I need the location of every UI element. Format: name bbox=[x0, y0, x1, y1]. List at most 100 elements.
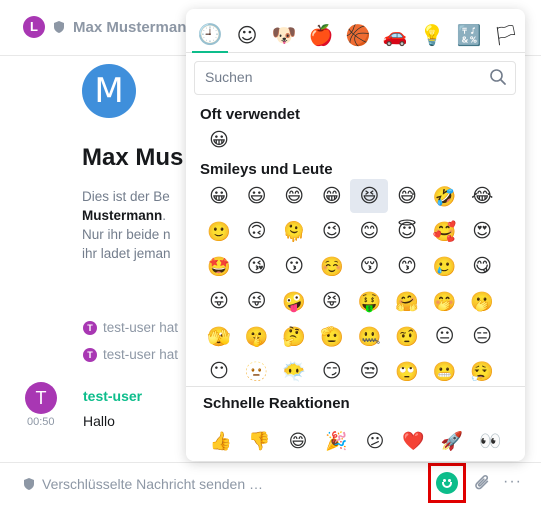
emoji-cell[interactable]: 🤭 bbox=[426, 284, 464, 318]
emoji-cell[interactable]: 😮‍💨 bbox=[463, 354, 501, 388]
quick-reaction-button[interactable]: 🚀 bbox=[434, 427, 470, 455]
emoji-cell[interactable]: 🤫 bbox=[238, 319, 276, 353]
emoji-cell[interactable]: 😚 bbox=[350, 249, 388, 283]
emoji-cell[interactable]: 🤗 bbox=[388, 284, 426, 318]
clock-icon[interactable]: 🕘 bbox=[192, 17, 228, 53]
room-avatar[interactable]: L bbox=[23, 16, 45, 38]
quick-reaction-button[interactable]: 🎉 bbox=[319, 427, 355, 455]
emoji-cell[interactable]: 🤣 bbox=[426, 179, 464, 213]
emoji-cell[interactable]: 🤐 bbox=[350, 319, 388, 353]
emoji-cell[interactable]: 😑 bbox=[463, 319, 501, 353]
emoji-cell[interactable]: 🫢 bbox=[463, 284, 501, 318]
emoji-cell[interactable]: 😝 bbox=[313, 284, 351, 318]
emoji-cell[interactable]: 😀 bbox=[200, 123, 238, 157]
desc-line: Nur ihr beide n bbox=[82, 227, 171, 242]
emoji-cell[interactable]: 🤪 bbox=[275, 284, 313, 318]
emoji-cell[interactable]: 😇 bbox=[388, 214, 426, 248]
emoji-cell[interactable]: 😬 bbox=[426, 354, 464, 388]
symbols-icon[interactable]: 🔣 bbox=[451, 17, 487, 53]
emoji-cell[interactable]: 🫣 bbox=[200, 319, 238, 353]
quick-reactions-panel: Schnelle Reaktionen 👍 👎 😄 🎉 😕 ❤️ 🚀 👀 bbox=[186, 386, 525, 461]
message-body: Hallo bbox=[83, 413, 115, 429]
emoji-category-bar: 🕘 ☺ 🐶 🍎 🏀 🚗 💡 🔣 🏳 bbox=[186, 9, 525, 53]
emoji-cell[interactable]: 😄 bbox=[275, 179, 313, 213]
room-intro-description: Dies ist der Be Mustermann. Nur ihr beid… bbox=[82, 187, 202, 263]
emoji-cell[interactable]: 😒 bbox=[350, 354, 388, 388]
event-avatar: T bbox=[83, 347, 97, 362]
event-text: test-user hat bbox=[103, 347, 179, 362]
attachment-icon[interactable] bbox=[466, 471, 494, 499]
paperclip-icon bbox=[475, 475, 489, 490]
emoji-cell[interactable]: 😂 bbox=[463, 179, 501, 213]
chat-window: L Max Musterman M Max Mus Dies ist der B… bbox=[0, 0, 541, 510]
event-avatar: T bbox=[83, 320, 97, 335]
section-title-smileys: Smileys und Leute bbox=[200, 161, 333, 178]
emoji-cell[interactable]: ☺️ bbox=[313, 249, 351, 283]
quick-reaction-button[interactable]: 👀 bbox=[473, 427, 509, 455]
emoji-cell[interactable]: 🥰 bbox=[426, 214, 464, 248]
emoji-cell[interactable]: 😘 bbox=[238, 249, 276, 283]
emoji-cell[interactable]: 😀 bbox=[200, 179, 238, 213]
membership-event: T test-user hat bbox=[83, 320, 178, 335]
room-title[interactable]: Max Musterman bbox=[73, 19, 186, 36]
more-options-icon[interactable]: ··· bbox=[503, 473, 522, 491]
emoji-cell[interactable]: 😐 bbox=[426, 319, 464, 353]
quick-reaction-button[interactable]: 👎 bbox=[242, 427, 278, 455]
quick-reaction-button[interactable]: 👍 bbox=[203, 427, 239, 455]
encryption-shield-icon bbox=[54, 21, 64, 33]
emoji-cell[interactable]: 🤨 bbox=[388, 319, 426, 353]
apple-icon[interactable]: 🍎 bbox=[303, 17, 339, 53]
emoji-cell[interactable]: 😉 bbox=[313, 214, 351, 248]
desc-bold-name: Mustermann bbox=[82, 208, 163, 223]
emoji-search[interactable] bbox=[194, 61, 516, 95]
flag-icon[interactable]: 🏳 bbox=[488, 17, 524, 53]
section-title-frequent: Oft verwendet bbox=[200, 106, 301, 123]
emoji-cell[interactable]: 😗 bbox=[275, 249, 313, 283]
emoji-cell[interactable]: 🫡 bbox=[313, 319, 351, 353]
emoji-cell[interactable]: 😜 bbox=[238, 284, 276, 318]
emoji-search-input[interactable] bbox=[205, 69, 475, 85]
emoji-cell[interactable]: 😆 bbox=[350, 179, 389, 213]
emoji-cell[interactable]: 🫠 bbox=[275, 214, 313, 248]
emoji-cell[interactable]: 🙄 bbox=[388, 354, 426, 388]
quick-reactions-title: Schnelle Reaktionen bbox=[203, 395, 350, 412]
bulb-icon[interactable]: 💡 bbox=[414, 17, 450, 53]
emoji-cell[interactable]: 🤩 bbox=[200, 249, 238, 283]
message-timestamp: 00:50 bbox=[27, 416, 55, 428]
room-intro-avatar: M bbox=[82, 64, 136, 118]
emoji-picker: 🕘☺🐶🍎🏀🚗💡🔣🏳 Oft verwendet Smileys und Leut… bbox=[186, 9, 525, 461]
car-icon[interactable]: 🚗 bbox=[377, 17, 413, 53]
desc-line: Dies ist der Be bbox=[82, 189, 170, 204]
emoji-cell[interactable]: 😶‍🌫️ bbox=[275, 354, 313, 388]
emoji-cell[interactable]: 🙃 bbox=[238, 214, 276, 248]
emoji-cell[interactable]: 😙 bbox=[388, 249, 426, 283]
emoji-cell[interactable]: 🫥 bbox=[238, 354, 276, 388]
emoji-cell[interactable]: 🤔 bbox=[275, 319, 313, 353]
emoji-cell[interactable]: 😶 bbox=[200, 354, 238, 388]
emoji-cell[interactable]: 🤑 bbox=[350, 284, 388, 318]
quick-reaction-button[interactable]: ❤️ bbox=[396, 427, 432, 455]
message-sender[interactable]: test-user bbox=[83, 388, 142, 404]
emoji-cell[interactable]: 🙂 bbox=[200, 214, 238, 248]
emoji-cell[interactable]: 😏 bbox=[313, 354, 351, 388]
emoji-cell[interactable]: 😊 bbox=[350, 214, 388, 248]
emoji-cell[interactable]: 😍 bbox=[463, 214, 501, 248]
message-composer: Verschlüsselte Nachricht senden … ··· bbox=[0, 462, 541, 510]
emoji-cell[interactable]: 😅 bbox=[388, 179, 426, 213]
smiley-icon[interactable]: ☺ bbox=[229, 17, 265, 53]
desc-punct: . bbox=[162, 208, 167, 223]
dog-icon[interactable]: 🐶 bbox=[266, 17, 302, 53]
emoji-cell[interactable]: 🥲 bbox=[426, 249, 464, 283]
message-input[interactable]: Verschlüsselte Nachricht senden … bbox=[42, 476, 263, 492]
quick-reaction-button[interactable]: 😕 bbox=[357, 427, 393, 455]
ball-icon[interactable]: 🏀 bbox=[340, 17, 376, 53]
emoji-cell[interactable]: 😃 bbox=[238, 179, 276, 213]
message-avatar[interactable]: T bbox=[25, 382, 57, 414]
emoji-icon-mouth bbox=[442, 482, 452, 488]
quick-reaction-button[interactable]: 😄 bbox=[280, 427, 316, 455]
search-icon bbox=[490, 69, 506, 85]
emoji-cell[interactable]: 😁 bbox=[313, 179, 351, 213]
emoji-cell[interactable]: 😛 bbox=[200, 284, 238, 318]
emoji-cell[interactable]: 😋 bbox=[463, 249, 501, 283]
emoji-button[interactable] bbox=[436, 472, 458, 494]
